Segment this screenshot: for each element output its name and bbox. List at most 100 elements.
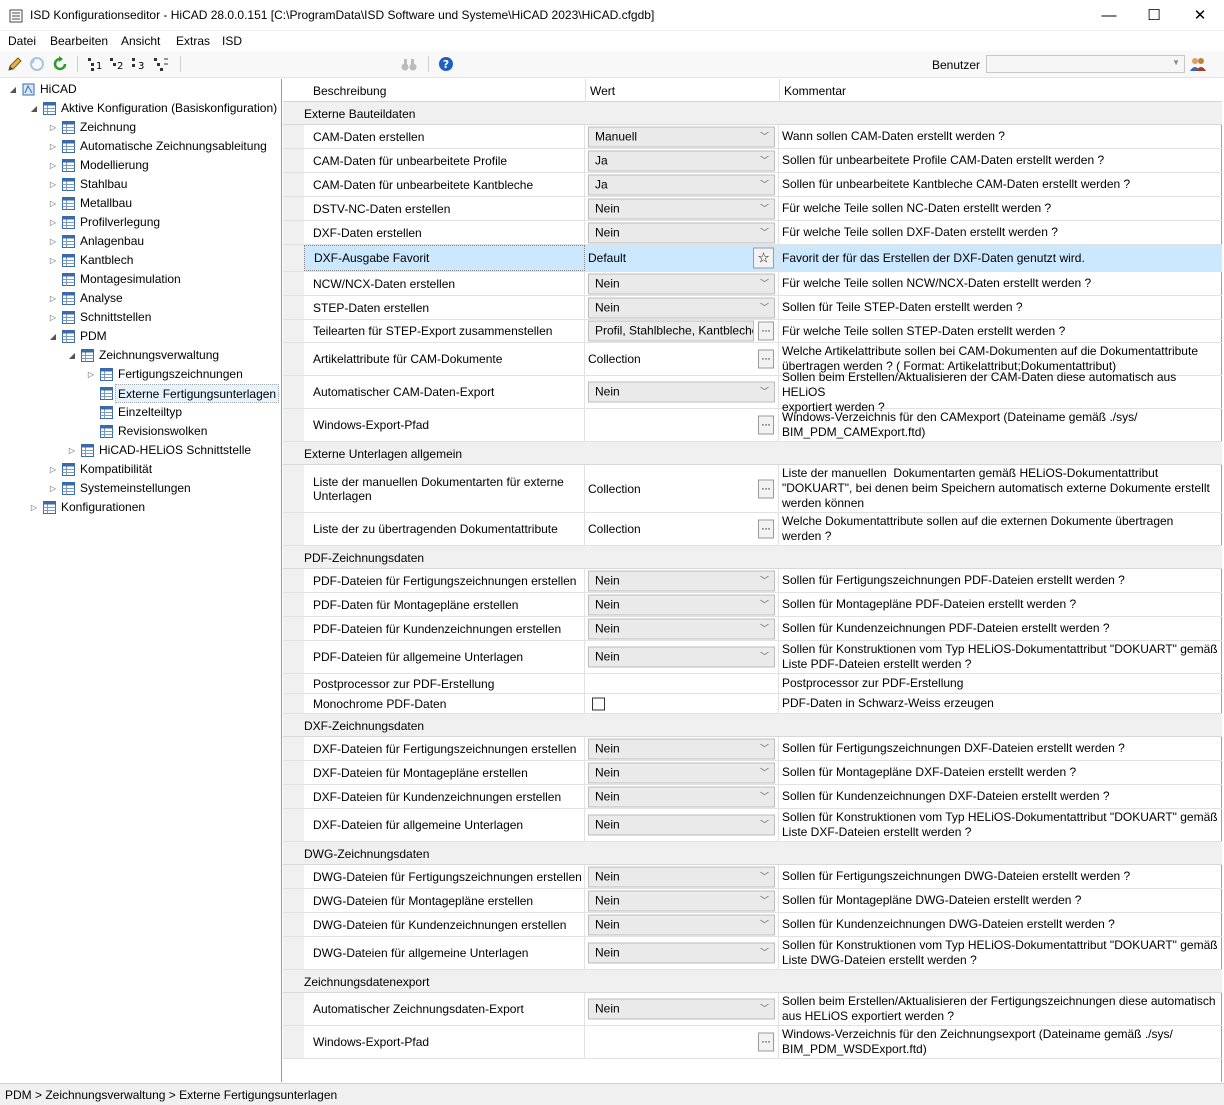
property-value-cell[interactable]: ...: [585, 409, 779, 441]
menu-bearbeiten[interactable]: Bearbeiten: [50, 34, 108, 48]
property-row[interactable]: DWG-Dateien für Fertigungszeichnungen er…: [283, 865, 1222, 889]
value-dropdown[interactable]: Nein ﹀: [588, 762, 775, 783]
maximize-button[interactable]: ☐: [1131, 0, 1177, 31]
property-row[interactable]: Liste der manuellen Dokumentarten für ex…: [283, 465, 1222, 513]
value-dropdown[interactable]: Nein ﹀: [588, 618, 775, 639]
property-value-cell[interactable]: Nein ﹀: [585, 889, 779, 912]
collapsed-arrow-icon[interactable]: ▷: [67, 441, 77, 460]
collapsed-arrow-icon[interactable]: ▷: [48, 479, 58, 498]
menu-isd[interactable]: ISD: [222, 34, 242, 48]
value-dropdown[interactable]: Nein ﹀: [588, 297, 775, 318]
ellipsis-button[interactable]: ...: [758, 415, 774, 435]
ellipsis-button[interactable]: ...: [758, 321, 774, 341]
value-dropdown[interactable]: Ja ﹀: [588, 150, 775, 171]
property-row[interactable]: DWG-Dateien für Kundenzeichnungen erstel…: [283, 913, 1222, 937]
monochrome-checkbox[interactable]: [592, 697, 605, 710]
property-value-cell[interactable]: Nein ﹀: [585, 272, 779, 295]
property-row[interactable]: Windows-Export-Pfad... Windows-Verzeichni…: [283, 1026, 1222, 1059]
expanded-arrow-icon[interactable]: ◢: [29, 99, 39, 118]
tree-item-konfigurationen[interactable]: ▷ Konfigurationen: [0, 498, 280, 517]
property-value-cell[interactable]: Nein ﹀: [585, 197, 779, 220]
tree-item-analyse[interactable]: ▷ Analyse: [0, 289, 280, 308]
category-externe-bauteildaten[interactable]: Externe Bauteildaten: [283, 102, 1222, 125]
tree-item-modellierung[interactable]: ▷ Modellierung: [0, 156, 280, 175]
category-dwg-zeichnungsdaten[interactable]: DWG-Zeichnungsdaten: [283, 842, 1222, 865]
ellipsis-button[interactable]: ...: [758, 479, 774, 498]
refresh-icon[interactable]: [51, 55, 69, 73]
property-value-cell[interactable]: Nein ﹀: [585, 593, 779, 616]
property-value-cell[interactable]: Profil, Stahlbleche, Kantbleche...: [585, 320, 779, 342]
tree-item-externe-fertigungsunterlagen[interactable]: Externe Fertigungsunterlagen: [0, 384, 280, 403]
property-value-cell[interactable]: Collection...: [585, 343, 779, 375]
value-dropdown[interactable]: Nein ﹀: [588, 866, 775, 887]
value-dropdown[interactable]: Nein ﹀: [588, 738, 775, 759]
collapsed-arrow-icon[interactable]: ▷: [48, 118, 58, 137]
property-value-cell[interactable]: Nein ﹀: [585, 617, 779, 640]
undo-icon[interactable]: [28, 55, 46, 73]
property-value-cell[interactable]: Nein ﹀: [585, 913, 779, 936]
menu-datei[interactable]: Datei: [8, 34, 36, 48]
property-value-cell[interactable]: Nein ﹀: [585, 221, 779, 244]
menu-extras[interactable]: Extras: [176, 34, 210, 48]
value-dropdown[interactable]: Nein ﹀: [588, 998, 775, 1020]
tree-item-zeichnung[interactable]: ▷ Zeichnung: [0, 118, 280, 137]
collapsed-arrow-icon[interactable]: ▷: [48, 213, 58, 232]
collapsed-arrow-icon[interactable]: ▷: [86, 365, 96, 384]
property-value-cell[interactable]: Nein ﹀: [585, 761, 779, 784]
property-value-cell[interactable]: Manuell ﹀: [585, 125, 779, 148]
property-row[interactable]: Automatischer Zeichnungsdaten-Export Nein…: [283, 993, 1222, 1026]
category-externe-unterlagen-allgemein[interactable]: Externe Unterlagen allgemein: [283, 442, 1222, 465]
property-row[interactable]: CAM-Daten erstellen Manuell ﹀ Wann sollen C…: [283, 125, 1222, 149]
property-row[interactable]: PDF-Daten für Montagepläne erstellen Nein…: [283, 593, 1222, 617]
property-row[interactable]: Postprocessor zur PDF-Erstellung Postproc…: [283, 674, 1222, 694]
collapsed-arrow-icon[interactable]: ▷: [48, 251, 58, 270]
category-pdf-zeichnungsdaten[interactable]: PDF-Zeichnungsdaten: [283, 546, 1222, 569]
property-row[interactable]: Liste der zu übertragenden Dokumentattri…: [283, 513, 1222, 546]
tree-item-kantblech[interactable]: ▷ Kantblech: [0, 251, 280, 270]
property-value-cell[interactable]: Nein ﹀: [585, 296, 779, 319]
level-1-icon[interactable]: 1: [86, 55, 104, 73]
column-divider[interactable]: [779, 79, 780, 102]
property-value-cell[interactable]: Collection...: [585, 465, 779, 512]
column-divider[interactable]: [585, 79, 586, 102]
property-value-cell[interactable]: Nein ﹀: [585, 641, 779, 673]
expanded-arrow-icon[interactable]: ◢: [8, 80, 18, 99]
property-value-cell[interactable]: Nein ﹀: [585, 737, 779, 760]
level-3-icon[interactable]: 3: [130, 55, 148, 73]
property-row[interactable]: DXF-Dateien für allgemeine Unterlagen Nei…: [283, 809, 1222, 842]
property-row[interactable]: Monochrome PDF-Daten PDF-Daten in Schwarz…: [283, 694, 1222, 714]
property-value-cell[interactable]: Nein ﹀: [585, 993, 779, 1025]
value-dropdown[interactable]: Ja ﹀: [588, 174, 775, 195]
tree-item-montagesimulation[interactable]: Montagesimulation: [0, 270, 280, 289]
category-dxf-zeichnungsdaten[interactable]: DXF-Zeichnungsdaten: [283, 714, 1222, 737]
collapsed-arrow-icon[interactable]: ▷: [48, 460, 58, 479]
tree-item-pdm[interactable]: ◢ PDM: [0, 327, 280, 346]
tree-item-anlagenbau[interactable]: ▷ Anlagenbau: [0, 232, 280, 251]
property-row[interactable]: CAM-Daten für unbearbeitete Profile Ja ﹀ So…: [283, 149, 1222, 173]
tree-item-fertigungszeichnungen[interactable]: ▷ Fertigungszeichnungen: [0, 365, 280, 384]
property-row[interactable]: PDF-Dateien für allgemeine Unterlagen Nei…: [283, 641, 1222, 674]
property-row[interactable]: CAM-Daten für unbearbeitete Kantbleche Ja…: [283, 173, 1222, 197]
property-row[interactable]: DXF-Dateien für Kundenzeichnungen erstel…: [283, 785, 1222, 809]
tree-item-einzelteiltyp[interactable]: Einzelteiltyp: [0, 403, 280, 422]
ellipsis-button[interactable]: ...: [758, 349, 774, 369]
property-row[interactable]: DSTV-NC-Daten erstellen Nein ﹀ Für welche T…: [283, 197, 1222, 221]
property-row[interactable]: Automatischer CAM-Daten-Export Nein ﹀ Solle…: [283, 370, 1222, 414]
value-dropdown[interactable]: Nein ﹀: [588, 814, 775, 836]
property-row[interactable]: PDF-Dateien für Fertigungszeichnungen er…: [283, 569, 1222, 593]
header-wert[interactable]: Wert: [590, 84, 615, 98]
ellipsis-button[interactable]: ...: [758, 519, 774, 539]
minimize-button[interactable]: —: [1086, 0, 1132, 31]
tree-item-hicad-helios-schnittstelle[interactable]: ▷ HiCAD-HELiOS Schnittstelle: [0, 441, 280, 460]
user-combobox[interactable]: ▼: [986, 55, 1185, 73]
tree-item-profilverlegung[interactable]: ▷ Profilverlegung: [0, 213, 280, 232]
collapsed-arrow-icon[interactable]: ▷: [48, 232, 58, 251]
collapsed-arrow-icon[interactable]: ▷: [48, 175, 58, 194]
property-value-cell[interactable]: ...: [585, 1026, 779, 1058]
value-dropdown[interactable]: Nein ﹀: [588, 914, 775, 935]
value-dropdown[interactable]: Nein ﹀: [588, 222, 775, 243]
category-zeichnungsdatenexport[interactable]: Zeichnungsdatenexport: [283, 970, 1222, 993]
ellipsis-button[interactable]: ...: [758, 1032, 774, 1052]
collapsed-arrow-icon[interactable]: ▷: [48, 308, 58, 327]
property-row[interactable]: NCW/NCX-Daten erstellen Nein ﹀ Für welche T…: [283, 272, 1222, 296]
